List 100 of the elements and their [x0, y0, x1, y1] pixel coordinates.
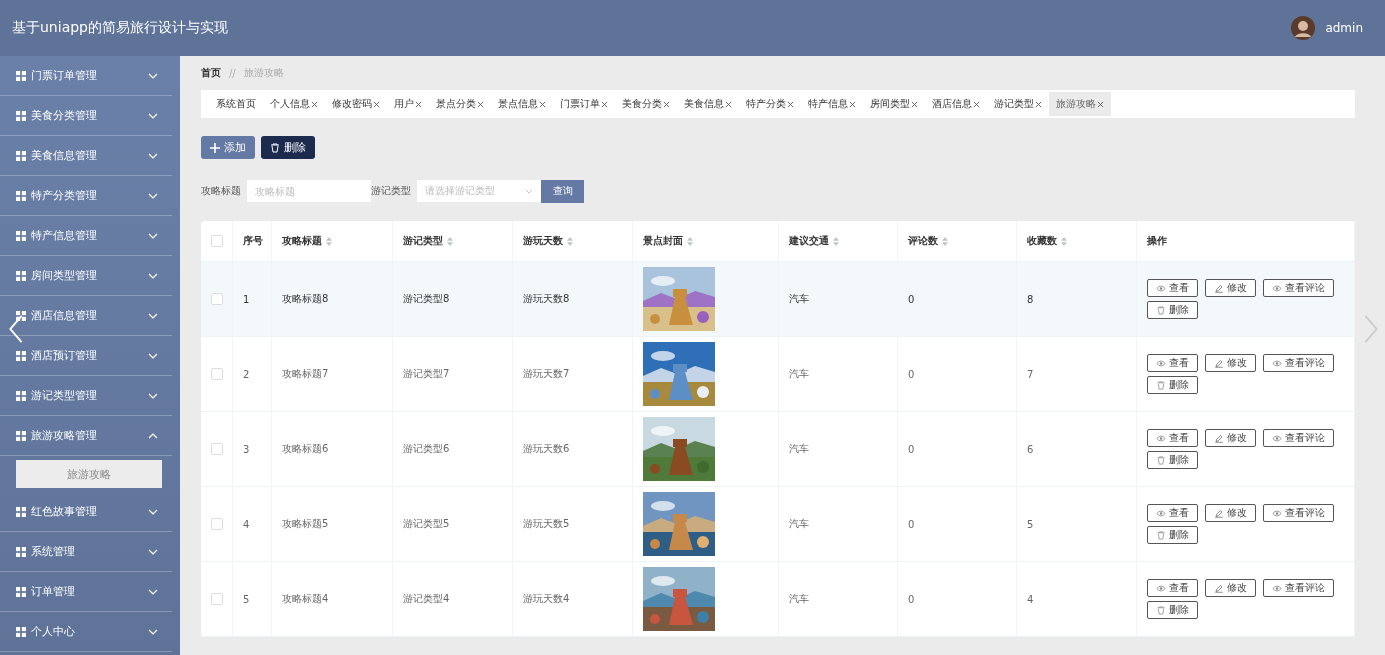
- delete-button[interactable]: 删除: [1147, 301, 1198, 319]
- close-icon[interactable]: [973, 100, 980, 108]
- menu-label: 特产信息管理: [31, 228, 98, 243]
- close-icon[interactable]: [539, 100, 546, 108]
- avatar-icon[interactable]: [1291, 16, 1316, 40]
- close-icon[interactable]: [663, 100, 670, 108]
- close-icon[interactable]: [1097, 100, 1104, 108]
- row-checkbox[interactable]: [211, 443, 223, 455]
- trash-icon: [1156, 605, 1166, 615]
- view-button[interactable]: 查看: [1147, 579, 1198, 597]
- tab[interactable]: 用户: [387, 92, 429, 116]
- tab[interactable]: 房间类型: [863, 92, 925, 116]
- close-icon[interactable]: [725, 100, 732, 108]
- grid-icon: [16, 110, 26, 121]
- eye-icon: [1156, 433, 1166, 443]
- close-icon[interactable]: [601, 100, 608, 108]
- tab[interactable]: 门票订单: [553, 92, 615, 116]
- menu-item[interactable]: 美食信息管理: [0, 136, 172, 176]
- column-header[interactable]: 操作: [1147, 234, 1167, 248]
- tab[interactable]: 美食信息: [677, 92, 739, 116]
- column-header[interactable]: 评论数: [908, 234, 948, 248]
- edit-button[interactable]: 修改: [1205, 354, 1256, 372]
- close-icon[interactable]: [477, 100, 484, 108]
- close-icon[interactable]: [311, 100, 318, 108]
- column-header[interactable]: 游记类型: [403, 234, 453, 248]
- menu-label: 系统管理: [31, 544, 76, 559]
- tab[interactable]: 个人信息: [263, 92, 325, 116]
- delete-button[interactable]: 删除: [1147, 451, 1198, 469]
- view-button[interactable]: 查看评论: [1263, 354, 1334, 372]
- view-button[interactable]: 查看: [1147, 504, 1198, 522]
- grid-icon: [16, 350, 26, 361]
- view-button[interactable]: 查看评论: [1263, 279, 1334, 297]
- menu-item[interactable]: 酒店信息管理: [0, 296, 172, 336]
- column-header[interactable]: 建议交通: [789, 234, 839, 248]
- edit-button[interactable]: 修改: [1205, 429, 1256, 447]
- menu-item[interactable]: 门票订单管理: [0, 56, 172, 96]
- tab[interactable]: 景点信息: [491, 92, 553, 116]
- column-header[interactable]: 序号: [243, 234, 263, 248]
- title-search-field[interactable]: 攻略标题: [247, 180, 371, 202]
- username[interactable]: admin: [1325, 21, 1363, 35]
- view-button[interactable]: 查看评论: [1263, 504, 1334, 522]
- close-icon[interactable]: [1035, 100, 1042, 108]
- tab[interactable]: 特产信息: [801, 92, 863, 116]
- tab[interactable]: 游记类型: [987, 92, 1049, 116]
- tab[interactable]: 修改密码: [325, 92, 387, 116]
- delete-button[interactable]: 删除: [1147, 601, 1198, 619]
- close-icon[interactable]: [787, 100, 794, 108]
- edit-button[interactable]: 修改: [1205, 279, 1256, 297]
- close-icon[interactable]: [849, 100, 856, 108]
- menu-item[interactable]: 游记类型管理: [0, 376, 172, 416]
- menu-item[interactable]: 特产信息管理: [0, 216, 172, 256]
- tab[interactable]: 美食分类: [615, 92, 677, 116]
- row-checkbox[interactable]: [211, 293, 223, 305]
- row-checkbox[interactable]: [211, 518, 223, 530]
- view-button[interactable]: 查看评论: [1263, 429, 1334, 447]
- menu-item[interactable]: 房间类型管理: [0, 256, 172, 296]
- eye-icon: [1272, 583, 1282, 593]
- menu-item[interactable]: 特产分类管理: [0, 176, 172, 216]
- add-button[interactable]: 添加: [201, 136, 255, 159]
- tab[interactable]: 旅游攻略: [1049, 92, 1111, 116]
- menu-item[interactable]: 系统管理: [0, 532, 172, 572]
- menu-item[interactable]: 订单管理: [0, 572, 172, 612]
- eye-icon: [1272, 508, 1282, 518]
- grid-icon: [16, 70, 26, 81]
- close-icon[interactable]: [415, 100, 422, 108]
- view-button[interactable]: 查看评论: [1263, 579, 1334, 597]
- tab[interactable]: 特产分类: [739, 92, 801, 116]
- edit-button[interactable]: 修改: [1205, 504, 1256, 522]
- menu-item[interactable]: 酒店预订管理: [0, 336, 172, 376]
- view-button[interactable]: 查看: [1147, 279, 1198, 297]
- column-header[interactable]: 游玩天数: [523, 234, 573, 248]
- breadcrumb-home[interactable]: 首页: [201, 66, 221, 80]
- close-icon[interactable]: [911, 100, 918, 108]
- menu-item[interactable]: 红色故事管理: [0, 492, 172, 532]
- delete-button[interactable]: 删除: [1147, 376, 1198, 394]
- row-checkbox[interactable]: [211, 368, 223, 380]
- delete-button[interactable]: 删除: [261, 136, 315, 159]
- row-checkbox[interactable]: [211, 593, 223, 605]
- tab[interactable]: 酒店信息: [925, 92, 987, 116]
- column-header[interactable]: 攻略标题: [282, 234, 332, 248]
- trash-icon: [1156, 380, 1166, 390]
- menu-item[interactable]: 旅游攻略管理: [0, 416, 172, 456]
- delete-button[interactable]: 删除: [1147, 526, 1198, 544]
- view-button[interactable]: 查看: [1147, 354, 1198, 372]
- menu-item[interactable]: 美食分类管理: [0, 96, 172, 136]
- query-button[interactable]: 查询: [541, 179, 584, 203]
- column-header[interactable]: 收藏数: [1027, 234, 1067, 248]
- tab[interactable]: 景点分类: [429, 92, 491, 116]
- table-cell: 8: [1027, 293, 1034, 305]
- column-header[interactable]: 景点封面: [643, 234, 693, 248]
- chevron-icon: [148, 392, 158, 399]
- grid-icon: [16, 150, 26, 161]
- close-icon[interactable]: [373, 100, 380, 108]
- menu-item[interactable]: 个人中心: [0, 612, 172, 652]
- select-all-checkbox[interactable]: [211, 235, 223, 247]
- edit-button[interactable]: 修改: [1205, 579, 1256, 597]
- tab[interactable]: 系统首页: [209, 92, 263, 116]
- trash-icon: [1156, 455, 1166, 465]
- table-cell: 5: [1027, 518, 1034, 530]
- view-button[interactable]: 查看: [1147, 429, 1198, 447]
